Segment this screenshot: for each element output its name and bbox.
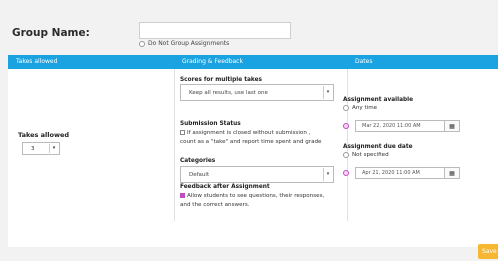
- not-specified-label: Not specified: [352, 152, 389, 158]
- categories-select[interactable]: Default ▾: [180, 166, 334, 183]
- feedback-label: Feedback after Assignment: [180, 184, 270, 190]
- no-group-option[interactable]: Do Not Group Assignments: [139, 40, 229, 47]
- takes-allowed-select[interactable]: 3 ▾: [22, 142, 60, 155]
- chevron-down-icon: ▾: [49, 144, 58, 153]
- no-group-label: Do Not Group Assignments: [148, 40, 230, 47]
- header-grading-feedback: Grading & Feedback: [182, 58, 243, 65]
- due-date-input[interactable]: Apr 21, 2020 11:00 AM: [355, 167, 445, 179]
- table-header: Takes allowed Grading & Feedback Dates: [8, 55, 498, 69]
- chevron-down-icon: ▾: [323, 86, 332, 99]
- feedback-line2: and the correct answers.: [180, 202, 250, 208]
- due-date-label: Assignment due date: [343, 144, 413, 150]
- header-dates: Dates: [355, 58, 373, 65]
- due-date-field[interactable]: Apr 21, 2020 11:00 AM ▦: [343, 167, 460, 179]
- available-date-input[interactable]: Mar 22, 2020 11:00 AM: [355, 120, 445, 132]
- group-name-input[interactable]: [139, 22, 291, 39]
- not-specified-radio[interactable]: [343, 152, 349, 158]
- feedback-line1: Allow students to see questions, their r…: [187, 193, 325, 199]
- takes-allowed-label: Takes allowed: [18, 131, 70, 139]
- feedback-option[interactable]: Allow students to see questions, their r…: [180, 192, 340, 200]
- submission-line2: count as a "take" and report time spent …: [180, 139, 322, 145]
- categories-value: Default: [189, 172, 210, 178]
- save-button[interactable]: Save: [478, 244, 498, 259]
- any-time-option[interactable]: Any time: [343, 104, 377, 112]
- scores-select[interactable]: Keep all results, use last one ▾: [180, 84, 334, 101]
- submission-line1: If assignment is closed without submissi…: [187, 130, 311, 136]
- scores-value: Keep all results, use last one: [189, 90, 268, 96]
- due-date-radio[interactable]: [343, 170, 349, 176]
- submission-status-option[interactable]: If assignment is closed without submissi…: [180, 129, 340, 137]
- any-time-radio[interactable]: [343, 105, 349, 111]
- no-group-radio[interactable]: [139, 40, 145, 47]
- any-time-label: Any time: [352, 105, 378, 111]
- not-specified-option[interactable]: Not specified: [343, 151, 389, 159]
- takes-allowed-value: 3: [31, 146, 35, 152]
- column-divider: [174, 69, 175, 221]
- submission-status-label: Submission Status: [180, 121, 241, 127]
- calendar-icon[interactable]: ▦: [445, 167, 460, 179]
- calendar-icon[interactable]: ▦: [445, 120, 460, 132]
- chevron-down-icon: ▾: [323, 168, 332, 181]
- available-date-field[interactable]: Mar 22, 2020 11:00 AM ▦: [343, 120, 460, 132]
- group-name-label: Group Name:: [12, 27, 90, 39]
- scores-label: Scores for multiple takes: [180, 77, 262, 83]
- available-label: Assignment available: [343, 97, 414, 103]
- categories-label: Categories: [180, 158, 216, 164]
- feedback-checkbox[interactable]: [180, 193, 185, 198]
- available-date-radio[interactable]: [343, 123, 349, 129]
- submission-checkbox[interactable]: [180, 130, 185, 135]
- header-takes-allowed: Takes allowed: [16, 58, 58, 65]
